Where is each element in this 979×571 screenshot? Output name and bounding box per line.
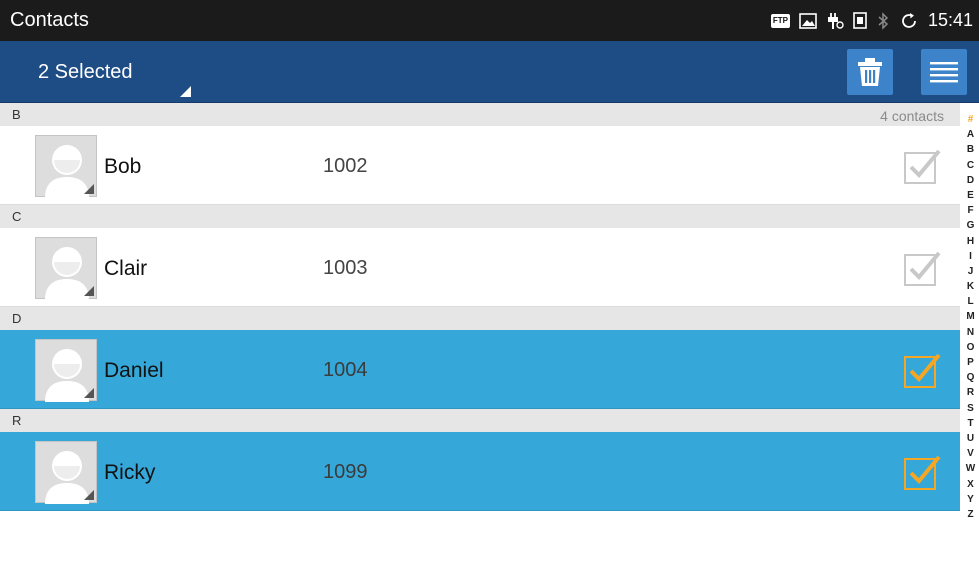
alphabet-index-letter[interactable]: R: [967, 385, 974, 400]
alphabet-index-letter[interactable]: X: [967, 477, 974, 492]
status-bar-title: Contacts: [10, 9, 89, 31]
contact-row-ricky[interactable]: Ricky 1099: [0, 432, 960, 511]
section-header-d: D: [0, 307, 960, 330]
sim-icon: [853, 12, 867, 29]
contact-list: B 4 contacts Bob 1002 C Clair 1003 D Dan…: [0, 103, 960, 511]
action-bar: 2 Selected: [0, 41, 979, 103]
avatar-corner-indicator: [84, 388, 94, 398]
contact-number: 1003: [323, 257, 368, 279]
alphabet-index-letter[interactable]: D: [967, 173, 974, 188]
alphabet-index-letter[interactable]: O: [967, 340, 975, 355]
bluetooth-icon: [876, 11, 890, 30]
status-bar: Contacts FTP 15:41: [0, 0, 979, 41]
alphabet-index-letter[interactable]: F: [967, 203, 973, 218]
alphabet-index-letter[interactable]: Q: [967, 370, 975, 385]
avatar[interactable]: [35, 237, 97, 300]
contact-number: 1002: [323, 155, 368, 177]
alphabet-index-letter[interactable]: Z: [967, 507, 973, 522]
avatar[interactable]: [35, 339, 97, 402]
avatar-corner-indicator: [84, 490, 94, 500]
menu-icon: [930, 62, 958, 83]
sync-icon: [899, 11, 919, 31]
contacts-count: 4 contacts: [880, 108, 944, 124]
alphabet-index-letter[interactable]: N: [967, 325, 974, 340]
alphabet-index-letter[interactable]: T: [967, 416, 973, 431]
contact-name: Daniel: [104, 359, 164, 382]
checkbox-checked-icon[interactable]: [903, 351, 941, 389]
alphabet-index-letter[interactable]: S: [967, 401, 974, 416]
alphabet-index[interactable]: # A B C D E F G H I J K L M N O P Q R S T U V W X Y Z: [962, 112, 979, 522]
section-letter: C: [12, 209, 22, 224]
delete-button[interactable]: [847, 49, 893, 95]
status-icons: FTP 15:41: [770, 10, 979, 31]
avatar[interactable]: [35, 135, 97, 198]
contact-row-daniel[interactable]: Daniel 1004: [0, 330, 960, 409]
alphabet-index-letter[interactable]: K: [967, 279, 974, 294]
menu-button[interactable]: [921, 49, 967, 95]
usb-icon: [826, 11, 844, 31]
ftp-icon: FTP: [770, 13, 790, 28]
alphabet-index-letter[interactable]: W: [966, 461, 975, 476]
trash-icon: [858, 58, 882, 86]
alphabet-index-letter[interactable]: C: [967, 158, 974, 173]
section-header-c: C: [0, 205, 960, 228]
checkbox-unchecked-icon[interactable]: [903, 249, 941, 287]
checkbox-unchecked-icon[interactable]: [903, 147, 941, 185]
section-header-r: R: [0, 409, 960, 432]
alphabet-index-letter[interactable]: L: [967, 294, 973, 309]
alphabet-index-letter[interactable]: B: [967, 142, 974, 157]
alphabet-index-letter[interactable]: Y: [967, 492, 974, 507]
avatar[interactable]: [35, 441, 97, 504]
alphabet-index-letter[interactable]: V: [967, 446, 974, 461]
alphabet-index-letter[interactable]: H: [967, 234, 974, 249]
section-letter: B: [12, 107, 21, 122]
contact-number: 1004: [323, 359, 368, 381]
alphabet-index-letter[interactable]: #: [968, 112, 974, 127]
alphabet-index-letter[interactable]: A: [967, 127, 974, 142]
section-letter: D: [12, 311, 22, 326]
contact-row-bob[interactable]: Bob 1002: [0, 126, 960, 205]
alphabet-index-letter[interactable]: P: [967, 355, 974, 370]
alphabet-index-letter[interactable]: I: [969, 249, 972, 264]
contact-number: 1099: [323, 461, 368, 483]
avatar-corner-indicator: [84, 286, 94, 296]
alphabet-index-letter[interactable]: G: [967, 218, 975, 233]
alphabet-index-letter[interactable]: U: [967, 431, 974, 446]
checkbox-checked-icon[interactable]: [903, 453, 941, 491]
alphabet-index-letter[interactable]: E: [967, 188, 974, 203]
alphabet-index-letter[interactable]: M: [966, 309, 974, 324]
avatar-corner-indicator: [84, 184, 94, 194]
selection-count-dropdown[interactable]: 2 Selected: [38, 61, 133, 84]
alphabet-index-letter[interactable]: J: [968, 264, 974, 279]
contact-name: Clair: [104, 257, 148, 280]
section-header-b: B 4 contacts: [0, 103, 960, 126]
contact-row-clair[interactable]: Clair 1003: [0, 228, 960, 307]
section-letter: R: [12, 413, 22, 428]
dropdown-indicator-icon: [180, 86, 191, 97]
image-icon: [799, 12, 817, 29]
contact-name: Ricky: [104, 461, 156, 484]
contact-name: Bob: [104, 155, 142, 178]
status-time: 15:41: [927, 10, 973, 30]
